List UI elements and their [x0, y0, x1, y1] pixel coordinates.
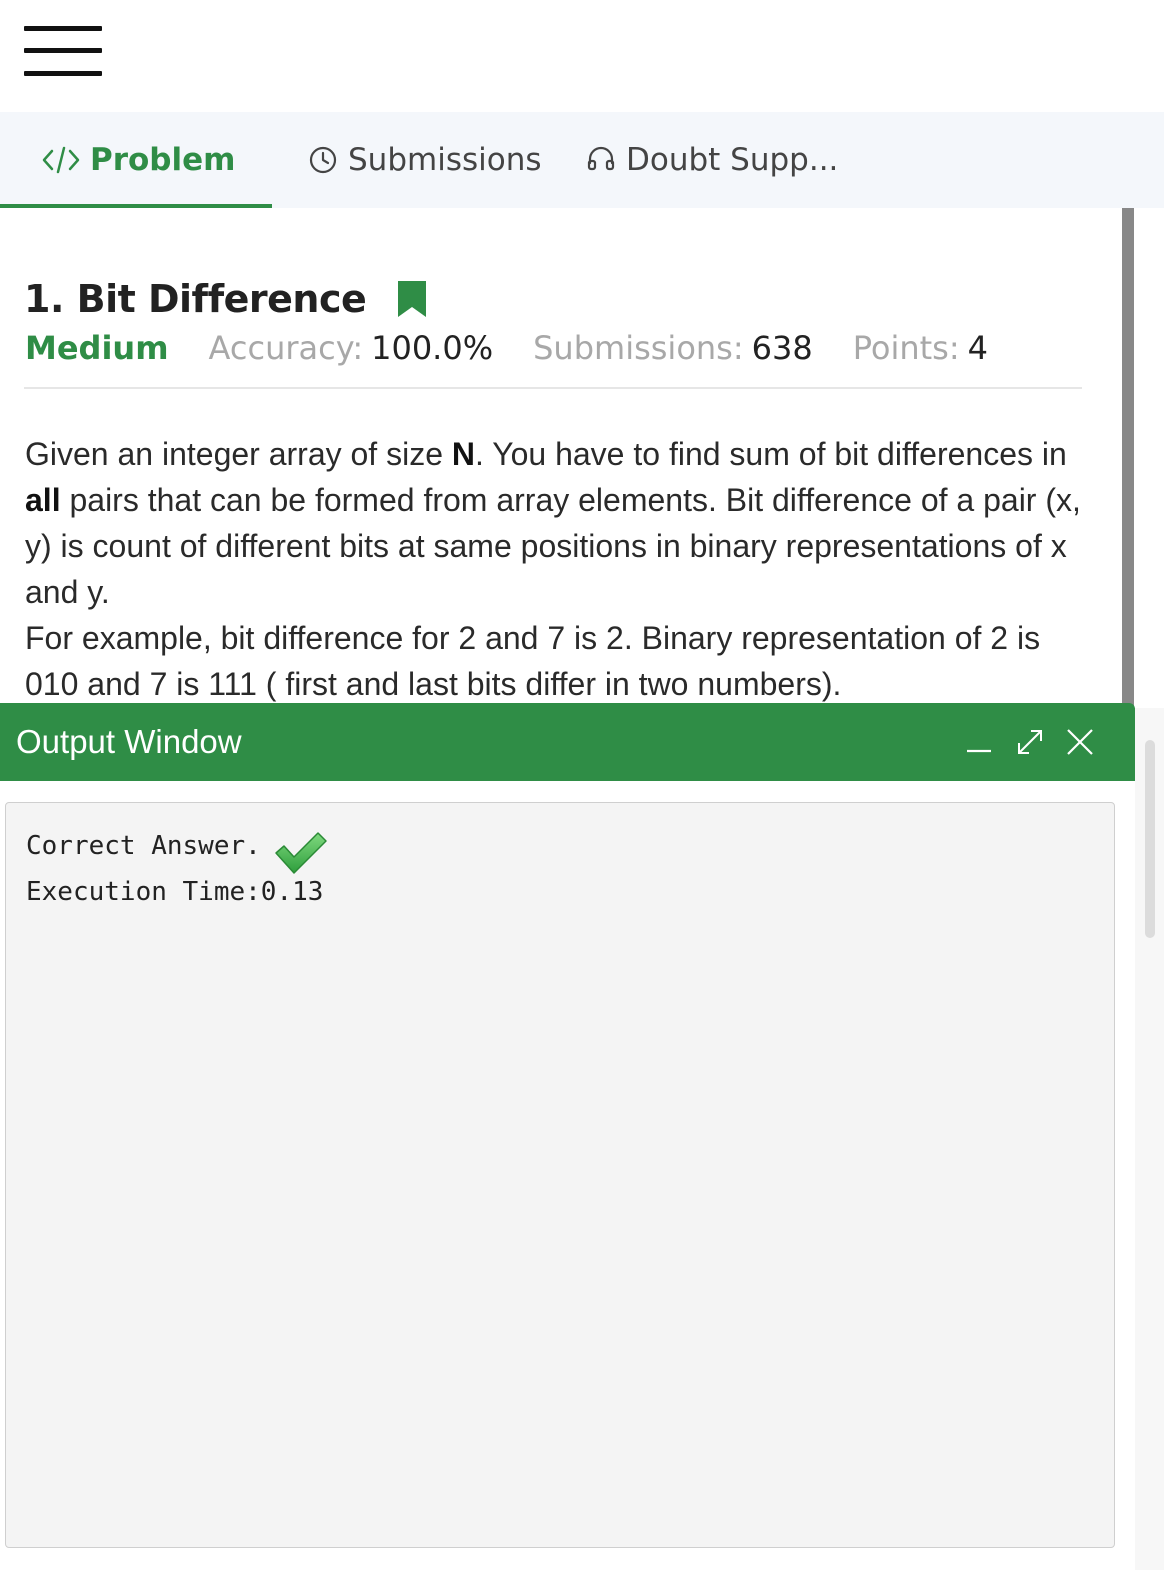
description-example: For example, bit difference for 2 and 7 …	[25, 620, 1041, 702]
tab-doubt-support[interactable]: Doubt Supp...	[586, 112, 838, 208]
clock-icon	[308, 145, 338, 175]
submissions-label: Submissions:	[533, 329, 744, 367]
top-bar	[0, 0, 1164, 112]
points-label: Points:	[852, 329, 960, 367]
menu-line	[24, 48, 102, 53]
divider	[24, 387, 1082, 389]
points-value: 4	[967, 329, 988, 367]
page-scrollbar[interactable]	[1145, 740, 1155, 938]
submissions-value: 638	[751, 329, 813, 367]
desc-text: . You have to find sum of bit difference…	[474, 436, 1067, 472]
output-window-header: Output Window	[0, 703, 1135, 781]
execution-time: Execution Time:0.13	[26, 877, 324, 907]
problem-meta: Medium Accuracy: 100.0% Submissions: 638…	[25, 326, 988, 370]
tab-submissions[interactable]: Submissions	[308, 112, 542, 208]
accuracy-value: 100.0%	[371, 329, 494, 367]
title-row: 1. Bit Difference	[24, 274, 427, 324]
accuracy-label: Accuracy:	[208, 329, 364, 367]
desc-text: Given an integer array of size	[25, 436, 452, 472]
close-icon[interactable]	[1064, 703, 1096, 781]
result-message: Correct Answer.	[26, 831, 261, 861]
tab-doubt-support-label: Doubt Supp...	[626, 142, 839, 178]
bookmark-icon[interactable]	[398, 281, 427, 317]
tab-submissions-label: Submissions	[348, 142, 542, 178]
tab-problem-label: Problem	[90, 142, 236, 178]
output-console: Correct Answer. Execution Time:0.13	[5, 802, 1115, 1548]
problem-title: 1. Bit Difference	[24, 277, 367, 321]
menu-line	[24, 26, 102, 31]
description-paragraph: Given an integer array of size N. You ha…	[25, 431, 1095, 615]
difficulty-badge: Medium	[25, 329, 169, 367]
desc-bold-all: all	[25, 482, 61, 518]
tab-problem[interactable]: Problem	[0, 112, 272, 208]
checkmark-icon	[272, 829, 328, 879]
desc-bold-n: N	[451, 436, 475, 472]
output-window-title: Output Window	[16, 723, 242, 760]
problem-description: Given an integer array of size N. You ha…	[25, 431, 1095, 707]
tab-bar: Problem Submissions Doubt Supp...	[0, 112, 1164, 208]
code-icon	[42, 145, 80, 175]
hamburger-menu-icon[interactable]	[24, 26, 102, 80]
menu-line	[24, 71, 102, 76]
desc-text: pairs that can be formed from array elem…	[25, 482, 1081, 610]
headset-icon	[586, 145, 616, 175]
problem-content: 1. Bit Difference Medium Accuracy: 100.0…	[0, 208, 1122, 708]
minimize-icon[interactable]	[964, 703, 994, 781]
content-scrollbar[interactable]	[1122, 208, 1134, 708]
expand-icon[interactable]	[1014, 703, 1046, 781]
